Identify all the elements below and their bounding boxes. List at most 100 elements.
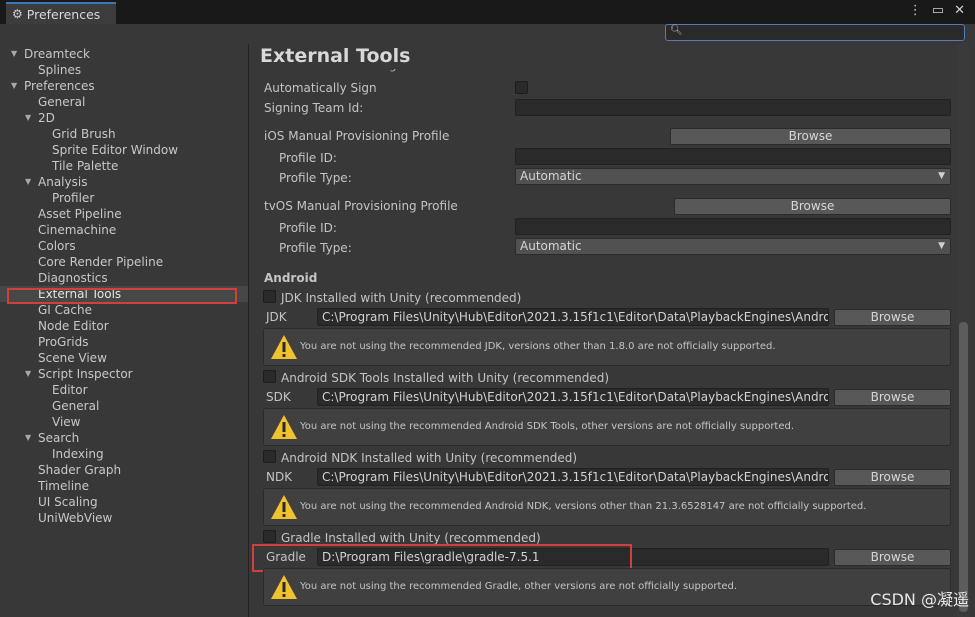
close-icon[interactable]: ✕ (954, 3, 965, 18)
signing-team-field[interactable] (515, 99, 951, 116)
sidebar-item-label: View (52, 415, 81, 429)
vertical-scrollbar[interactable] (957, 44, 970, 617)
gradle-installed-checkbox[interactable] (263, 530, 276, 543)
sidebar-item-asset-pipeline[interactable]: Asset Pipeline (0, 206, 248, 222)
sidebar-item-label: Cinemachine (38, 223, 117, 237)
tvos-profile-id-field[interactable] (515, 218, 951, 235)
gradle-warning-box: You are not using the recommended Gradle… (263, 568, 951, 606)
sidebar-item-label: 2D (38, 111, 55, 125)
expand-arrow-icon[interactable]: ▼ (25, 430, 31, 446)
sidebar-item-shader-graph[interactable]: Shader Graph (0, 462, 248, 478)
jdk-installed-checkbox[interactable] (263, 290, 276, 303)
sidebar-item-general[interactable]: General (0, 94, 248, 110)
jdk-path-field[interactable]: C:\Program Files\Unity\Hub\Editor\2021.3… (317, 308, 829, 326)
expand-arrow-icon[interactable]: ▼ (25, 174, 31, 190)
sidebar-item-label: Shader Graph (38, 463, 122, 477)
gradle-installed-label: Gradle Installed with Unity (recommended… (281, 531, 541, 545)
sidebar-item-colors[interactable]: Colors (0, 238, 248, 254)
gradle-warning-text: You are not using the recommended Gradle… (300, 581, 738, 592)
sidebar-item-sprite-editor-window[interactable]: Sprite Editor Window (0, 142, 248, 158)
sidebar-item-dreamteck[interactable]: ▼ Dreamteck (0, 46, 248, 62)
sidebar-item-indexing[interactable]: Indexing (0, 446, 248, 462)
expand-arrow-icon[interactable]: ▼ (11, 78, 17, 94)
sdk-installed-label: Android SDK Tools Installed with Unity (… (281, 371, 610, 385)
automatically-sign-checkbox[interactable] (515, 81, 528, 94)
sidebar-item-2d[interactable]: ▼ 2D (0, 110, 248, 126)
sidebar-item-general[interactable]: General (0, 398, 248, 414)
sidebar-item-label: Grid Brush (52, 127, 116, 141)
ios-browse-button[interactable]: Browse (670, 128, 951, 145)
expand-arrow-icon[interactable]: ▼ (11, 46, 17, 62)
sidebar-item-label: External Tools (38, 287, 122, 301)
ndk-browse-button[interactable]: Browse (834, 469, 951, 486)
jdk-browse-button[interactable]: Browse (834, 309, 951, 326)
sidebar-item-ui-scaling[interactable]: UI Scaling (0, 494, 248, 510)
sidebar-item-analysis[interactable]: ▼ Analysis (0, 174, 248, 190)
sidebar-item-search[interactable]: ▼ Search (0, 430, 248, 446)
sidebar-item-editor[interactable]: Editor (0, 382, 248, 398)
warning-icon (271, 415, 297, 439)
tvos-profile-type-dropdown[interactable]: Automatic ▼ (515, 238, 951, 255)
jdk-warning-text: You are not using the recommended JDK, v… (300, 341, 776, 352)
expand-arrow-icon[interactable]: ▼ (25, 366, 31, 382)
sdk-browse-button[interactable]: Browse (834, 389, 951, 406)
tvos-profile-id-label: Profile ID: (279, 221, 337, 235)
sidebar-item-uniwebview[interactable]: UniWebView (0, 510, 248, 526)
sidebar-item-gi-cache[interactable]: GI Cache (0, 302, 248, 318)
sidebar-item-node-editor[interactable]: Node Editor (0, 318, 248, 334)
chevron-down-icon: ▼ (938, 241, 945, 251)
sidebar-item-preferences[interactable]: ▼ Preferences (0, 78, 248, 94)
automatically-sign-label: Automatically Sign (264, 81, 377, 95)
ios-profile-type-dropdown[interactable]: Automatic ▼ (515, 168, 951, 185)
sidebar-item-label: Core Render Pipeline (38, 255, 164, 269)
sidebar-item-tile-palette[interactable]: Tile Palette (0, 158, 248, 174)
tvos-browse-button[interactable]: Browse (674, 198, 951, 215)
sidebar-item-label: UI Scaling (38, 495, 98, 509)
sidebar-item-script-inspector[interactable]: ▼ Script Inspector (0, 366, 248, 382)
tab-preferences[interactable]: ⚙ Preferences (6, 2, 116, 24)
tvos-profile-label: tvOS Manual Provisioning Profile (264, 199, 458, 213)
gradle-label: Gradle (266, 550, 306, 564)
sidebar-item-scene-view[interactable]: Scene View (0, 350, 248, 366)
sidebar-item-diagnostics[interactable]: Diagnostics (0, 270, 248, 286)
expand-arrow-icon[interactable]: ▼ (25, 110, 31, 126)
gradle-browse-button[interactable]: Browse (834, 549, 951, 566)
sidebar-item-label: Splines (38, 63, 82, 77)
title-bar: ⚙ Preferences ⋮ ▭ ✕ (0, 0, 975, 24)
sidebar-item-view[interactable]: View (0, 414, 248, 430)
sidebar-item-splines[interactable]: Splines (0, 62, 248, 78)
sidebar-item-progrids[interactable]: ProGrids (0, 334, 248, 350)
watermark: CSDN @凝遥 (870, 590, 969, 609)
more-options-icon[interactable]: ⋮ (909, 3, 922, 18)
sidebar-item-cinemachine[interactable]: Cinemachine (0, 222, 248, 238)
ndk-path-field[interactable]: C:\Program Files\Unity\Hub\Editor\2021.3… (317, 468, 829, 486)
sidebar-item-label: Profiler (52, 191, 95, 205)
ios-profile-type-label: Profile Type: (279, 171, 352, 185)
sidebar-item-external-tools[interactable]: External Tools (0, 286, 248, 302)
sidebar-item-core-render-pipeline[interactable]: Core Render Pipeline (0, 254, 248, 270)
sidebar-item-profiler[interactable]: Profiler (0, 190, 248, 206)
gear-icon: ⚙ (12, 7, 23, 21)
gradle-path-field[interactable]: D:\Program Files\gradle\gradle-7.5.1 (317, 548, 829, 566)
sidebar-item-label: Node Editor (38, 319, 109, 333)
sidebar-item-label: Diagnostics (38, 271, 108, 285)
search-input[interactable]: 🔍︎ (665, 24, 965, 41)
sidebar-item-grid-brush[interactable]: Grid Brush (0, 126, 248, 142)
warning-icon (271, 575, 297, 599)
warning-icon (271, 495, 297, 519)
sidebar-item-label: Editor (52, 383, 88, 397)
maximize-icon[interactable]: ▭ (932, 3, 944, 18)
sidebar-item-label: Colors (38, 239, 76, 253)
sidebar-item-timeline[interactable]: Timeline (0, 478, 248, 494)
sdk-installed-checkbox[interactable] (263, 370, 276, 383)
ndk-installed-checkbox[interactable] (263, 450, 276, 463)
sdk-path-field[interactable]: C:\Program Files\Unity\Hub\Editor\2021.3… (317, 388, 829, 406)
sidebar-item-label: Search (38, 431, 80, 445)
sidebar-item-label: Indexing (52, 447, 104, 461)
ndk-label: NDK (266, 470, 293, 484)
sidebar-item-label: Scene View (38, 351, 107, 365)
sidebar-item-label: UniWebView (38, 511, 113, 525)
ios-profile-id-field[interactable] (515, 148, 951, 165)
window-controls: ⋮ ▭ ✕ (909, 3, 965, 18)
scrollbar-thumb[interactable] (959, 322, 968, 612)
